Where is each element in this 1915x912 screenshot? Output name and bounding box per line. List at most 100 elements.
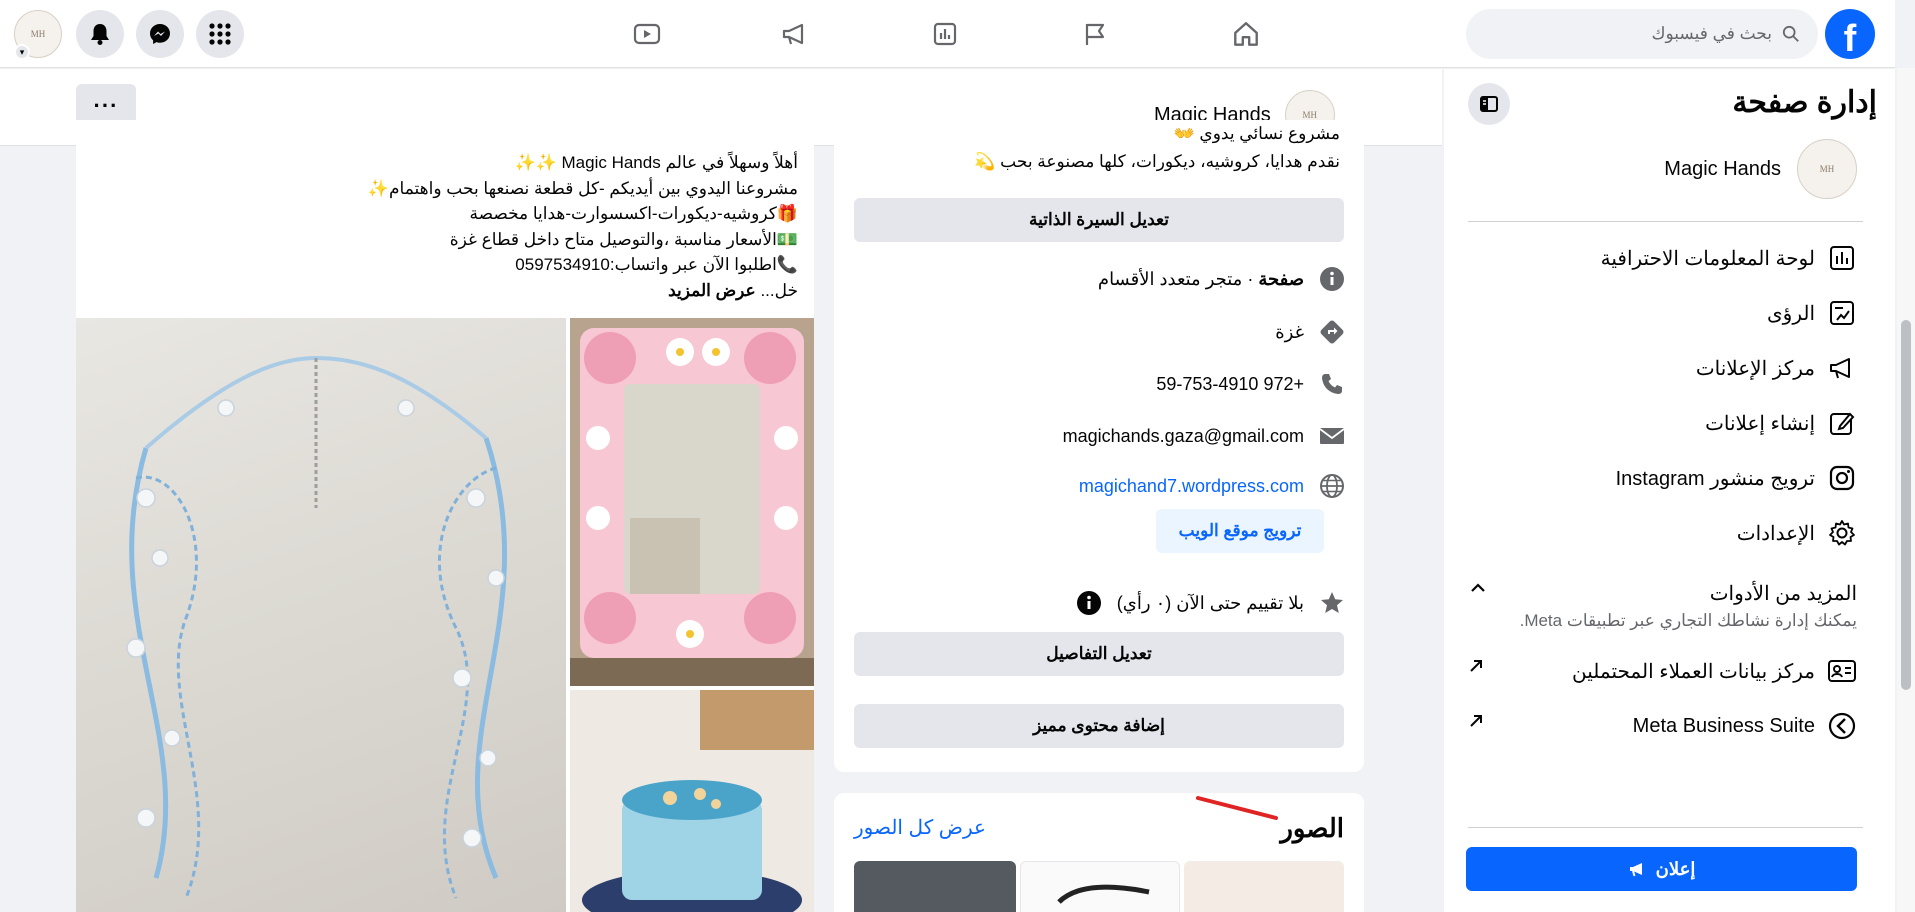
sidebar-page-name: Magic Hands [1664,157,1781,180]
more-tools-title[interactable]: المزيد من الأدوات [1710,581,1857,606]
candle-photo[interactable] [570,690,814,912]
bell-icon [91,24,109,45]
home-icon [1234,22,1258,46]
megaphone-icon [1629,863,1642,877]
see-more-link[interactable]: عرض المزيد [668,281,756,300]
sidebar-item-ad-center[interactable]: مركز الإعلانات [1468,348,1857,388]
ad-button-label: إعلان [1655,858,1696,879]
post-line: 🎁كروشيه-ديكورات-اكسسوارت-هدايا مخصصة [469,204,798,223]
edit-details-label: تعديل التفاصيل [1046,644,1152,663]
search-input[interactable]: بحث في فيسبوك [1466,9,1818,59]
contact-card-icon [1828,660,1856,682]
scrollbar-thumb[interactable] [1901,320,1911,690]
facebook-logo[interactable]: f [1825,9,1875,59]
search-icon [1782,25,1799,42]
sidebar-item-label: مركز بيانات العملاء المحتملين [1572,660,1815,683]
promote-website-button[interactable]: ترويج موقع الويب [1156,509,1324,553]
more-tools-subtitle: يمكنك إدارة نشاطك التجاري عبر تطبيقات Me… [1519,611,1857,630]
external-link-icon [1468,657,1484,680]
photo-thumbnail[interactable] [1020,861,1180,912]
pencil-icon [1830,412,1855,435]
video-nav-button[interactable] [625,12,669,56]
menu-button[interactable] [196,10,244,58]
intro-card: مشروع نسائي يدوي 👐 نقدم هدايا، كروشيه، د… [834,120,1364,772]
messenger-icon [150,24,170,44]
category-prefix: صفحة [1258,268,1304,289]
edit-bio-label: تعديل السيرة الذاتية [1029,210,1169,229]
sidebar-item-label: Meta Business Suite [1632,714,1815,737]
photo-thumbnail[interactable] [854,861,1016,912]
photo-thumbnail[interactable] [1184,861,1344,912]
facebook-logo-letter: f [1843,17,1857,60]
divider [1468,827,1863,828]
promote-website-label: ترويج موقع الويب [1178,521,1302,540]
rating-row: بلا تقييم حتى الآن (٠ رأي) [854,589,1346,617]
website-link[interactable]: magichand7.wordpress.com [1079,476,1304,497]
directions-icon [1320,320,1344,344]
category-value: · متجر متعدد الأقسام [1097,268,1259,289]
post-line: مشروعنا اليدوي بين أيديكم -كل قطعة نصنعه… [367,178,798,198]
photos-card: الصور عرض كل الصور [834,793,1364,912]
grid-menu-icon [209,23,231,45]
insights-icon [1830,301,1854,325]
top-navigation-bar: f بحث في فيسبوك MH ▾ [0,0,1895,68]
instagram-icon [1829,465,1855,491]
sidebar-toggle-icon [1480,96,1498,112]
page-avatar: MH [1797,139,1857,199]
sidebar-item-professional-dashboard[interactable]: لوحة المعلومات الاحترافية [1468,238,1857,278]
ads-nav-button[interactable] [773,12,817,56]
sidebar-item-settings[interactable]: الإعدادات [1468,513,1857,553]
see-all-photos-link[interactable]: عرض كل الصور [854,815,986,840]
mail-icon [1319,428,1345,444]
email-value: magichands.gaza@gmail.com [1062,425,1304,446]
add-featured-button[interactable]: إضافة محتوى مميز [854,704,1344,748]
sidebar-item-lead-center[interactable]: مركز بيانات العملاء المحتملين [1468,651,1857,691]
create-ad-button[interactable]: إعلان [1466,847,1857,891]
sidebar-title: إدارة صفحة [1732,86,1877,119]
gear-icon [1829,520,1855,546]
edit-bio-button[interactable]: تعديل السيرة الذاتية [854,198,1344,242]
sidebar-item-label: الرؤى [1767,302,1815,325]
search-placeholder: بحث في فيسبوك [1651,24,1773,43]
location-value: غزة [1275,321,1304,342]
globe-icon [1320,474,1344,498]
dashboard-icon [1830,246,1854,270]
post-truncated: خل... [760,280,798,300]
email-row: magichands.gaza@gmail.com [854,422,1346,450]
sidebar-item-instagram-promote[interactable]: ترويج منشور Instagram [1468,458,1857,498]
sidebar-item-business-suite[interactable]: Meta Business Suite [1468,706,1857,746]
flag-nav-button[interactable] [1073,12,1117,56]
sidebar-item-label: إنشاء إعلانات [1705,412,1815,435]
manage-page-sidebar: إدارة صفحة MH Magic Hands لوحة المعلومات… [1444,69,1895,912]
location-row: غزة [854,318,1346,346]
chevron-up-icon[interactable] [1470,581,1486,599]
necklace-photo[interactable] [76,318,566,912]
post-line: 💵الأسعار مناسبة ،والتوصيل متاح داخل قطاع… [449,229,798,249]
video-icon [633,23,661,45]
bio-line: مشروع نسائي يدوي 👐 [1173,124,1341,143]
phone-value: +972 59-753-4910 [1156,373,1304,394]
account-button[interactable]: MH ▾ [14,10,64,60]
chevron-down-icon: ▾ [14,44,30,60]
edit-details-button[interactable]: تعديل التفاصيل [854,632,1344,676]
notifications-button[interactable] [76,10,124,58]
rating-info-icon[interactable] [1075,589,1103,617]
home-nav-button[interactable] [1224,12,1268,56]
megaphone-icon [1830,358,1850,379]
megaphone-icon [782,23,804,45]
photos-title: الصور [1280,813,1344,843]
post-line: 📞اطلبوا الآن عبر واتساب:0597534910 [515,255,798,274]
category-row: صفحة · متجر متعدد الأقسام [854,265,1346,293]
messenger-button[interactable] [136,10,184,58]
phone-icon [1322,374,1342,394]
star-icon [1321,592,1343,613]
collapse-sidebar-button[interactable] [1468,83,1510,125]
crochet-mirror-frame-photo[interactable] [570,318,814,686]
insights-nav-button[interactable] [923,12,967,56]
info-icon [1320,267,1344,291]
bio-line: نقدم هدايا، كروشيه، ديكورات، كلها مصنوعة… [974,152,1340,171]
sidebar-page-switcher[interactable]: MH Magic Hands [1664,139,1857,199]
sidebar-item-label: مركز الإعلانات [1695,357,1815,380]
sidebar-item-create-ads[interactable]: إنشاء إعلانات [1468,403,1857,443]
sidebar-item-insights[interactable]: الرؤى [1468,293,1857,333]
